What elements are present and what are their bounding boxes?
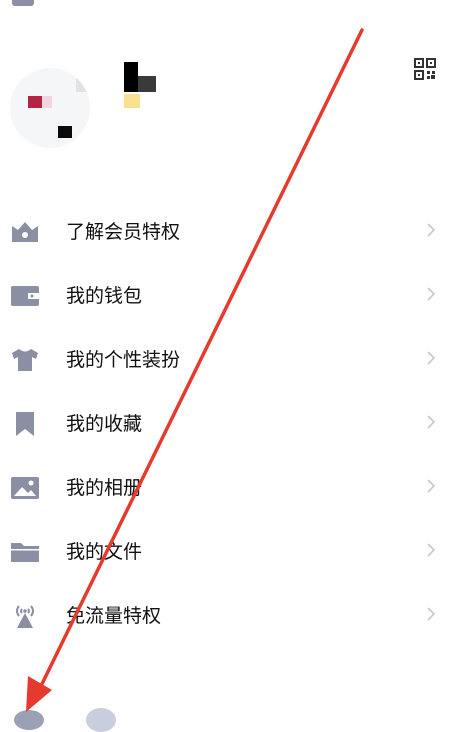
menu-item-album[interactable]: 我的相册 xyxy=(0,456,454,520)
signal-tower-icon xyxy=(16,605,34,628)
chevron-right-icon xyxy=(427,607,436,621)
qr-code-icon[interactable] xyxy=(414,58,436,80)
tshirt-icon xyxy=(12,349,38,371)
chevron-right-icon xyxy=(427,479,436,493)
vip-badge-icon xyxy=(12,222,38,242)
photo-icon xyxy=(11,477,39,499)
bookmark-icon xyxy=(16,412,34,436)
avatar[interactable] xyxy=(10,68,90,148)
menu-item-vip-privileges[interactable]: 了解会员特权 xyxy=(0,200,454,264)
nickname-obscured[interactable] xyxy=(124,62,174,132)
menu-item-label: 我的文件 xyxy=(66,541,143,563)
profile-header[interactable] xyxy=(0,40,454,180)
menu-icon[interactable] xyxy=(12,0,34,6)
folder-icon xyxy=(11,543,39,562)
menu-item-favorites[interactable]: 我的收藏 xyxy=(0,392,454,456)
night-mode-icon[interactable] xyxy=(86,708,116,732)
chevron-right-icon xyxy=(427,543,436,557)
chevron-right-icon xyxy=(427,287,436,301)
menu-item-label: 我的收藏 xyxy=(66,413,143,435)
drawer-menu: 了解会员特权 我的钱包 我的个性装扮 我的收藏 我的相册 我的文件 免流量特权 xyxy=(0,200,454,648)
menu-item-label: 我的相册 xyxy=(66,477,143,499)
bottom-bar xyxy=(0,708,454,732)
menu-item-free-data[interactable]: 免流量特权 xyxy=(0,584,454,648)
menu-item-wallet[interactable]: 我的钱包 xyxy=(0,264,454,328)
menu-item-files[interactable]: 我的文件 xyxy=(0,520,454,584)
settings-icon[interactable] xyxy=(14,710,44,730)
close-icon[interactable] xyxy=(414,0,434,6)
wallet-icon xyxy=(11,286,39,306)
menu-item-label: 免流量特权 xyxy=(66,605,162,627)
menu-item-label: 了解会员特权 xyxy=(66,221,181,243)
top-bar xyxy=(0,0,454,12)
menu-item-label: 我的个性装扮 xyxy=(66,349,181,371)
chevron-right-icon xyxy=(427,223,436,237)
chevron-right-icon xyxy=(427,415,436,429)
chevron-right-icon xyxy=(427,351,436,365)
menu-item-personal-dress-up[interactable]: 我的个性装扮 xyxy=(0,328,454,392)
menu-item-label: 我的钱包 xyxy=(66,285,143,307)
